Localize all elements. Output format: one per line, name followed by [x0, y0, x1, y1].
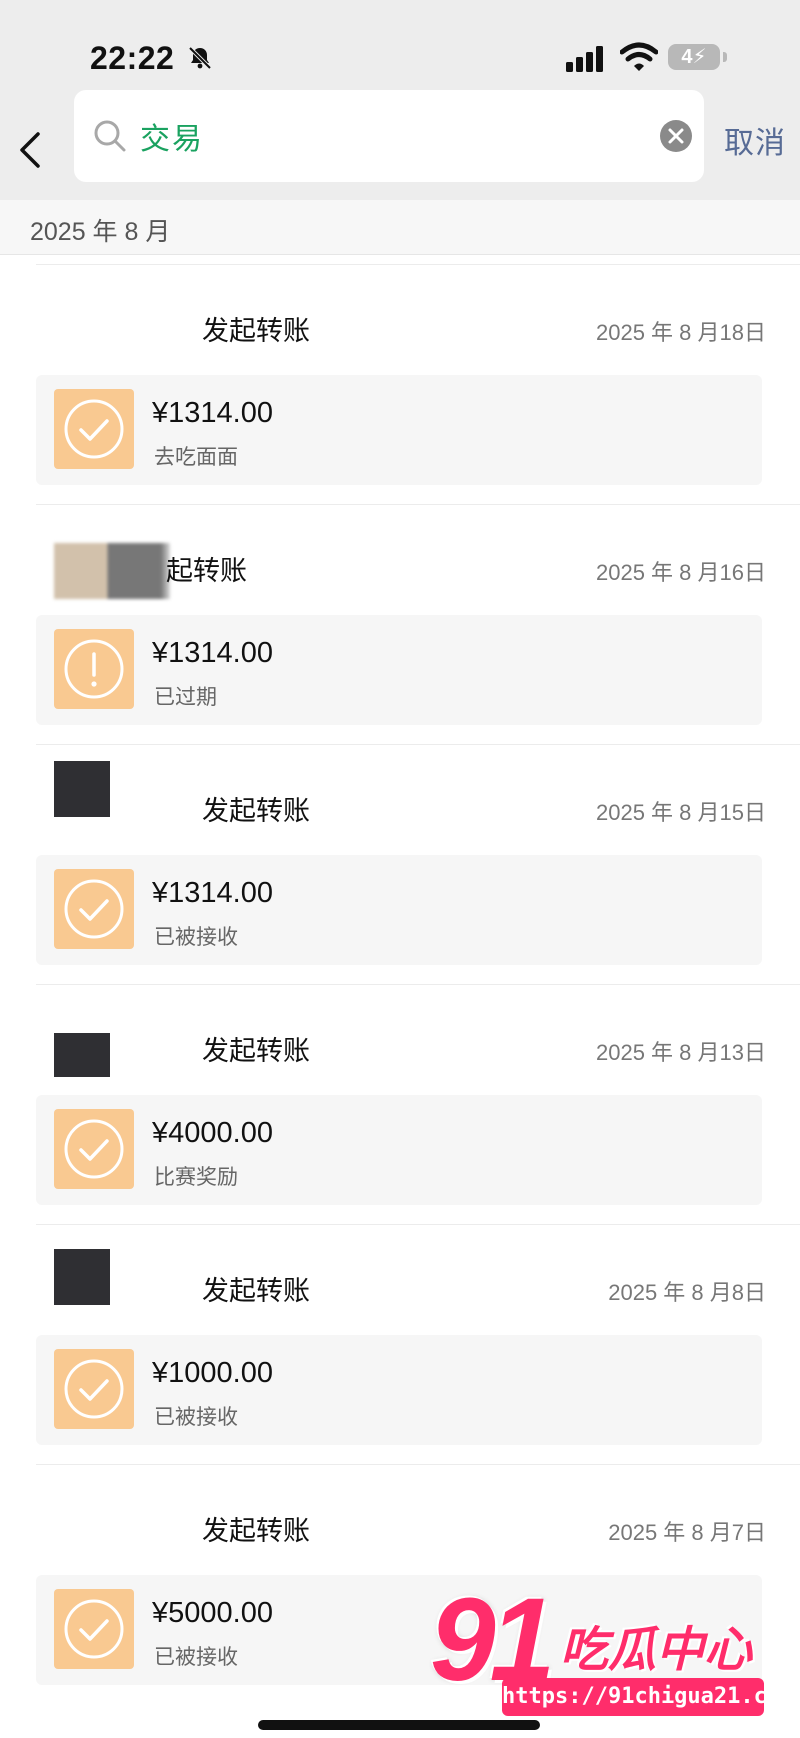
record-title: 发起转账 [202, 1516, 310, 1546]
check-circle-icon [54, 1109, 134, 1189]
transfer-amount: ¥1314.00 [152, 397, 273, 429]
search-query[interactable]: 交易 [140, 114, 204, 158]
transfer-note: 去吃面面 [154, 446, 238, 469]
status-time: 22:22 [90, 40, 175, 76]
transfer-note: 已过期 [154, 686, 217, 709]
record-title: 发起转账 [202, 796, 310, 826]
check-circle-icon [54, 1349, 134, 1429]
battery-indicator: 4⚡ [668, 44, 720, 70]
transfer-record[interactable]: 发起转账 2025 年 8 月15日 ¥1314.00 已被接收 [36, 744, 800, 985]
record-date: 2025 年 8 月15日 [596, 800, 766, 825]
search-icon [94, 120, 126, 152]
search-input[interactable]: 交易 [74, 90, 704, 182]
record-date: 2025 年 8 月18日 [596, 320, 766, 345]
transfer-card[interactable]: ¥1000.00 已被接收 [36, 1335, 762, 1445]
avatar [54, 1505, 110, 1561]
transfer-record[interactable]: 发起转账 2025 年 8 月18日 ¥1314.00 去吃面面 [36, 264, 800, 505]
transfer-record[interactable]: 发起转账 2025 年 8 月8日 ¥1000.00 已被接收 [36, 1224, 800, 1465]
avatar [54, 761, 110, 817]
cancel-button[interactable]: 取消 [724, 118, 786, 162]
month-label: 2025 年 8 月 [30, 218, 171, 246]
transfer-card[interactable]: ¥4000.00 比赛奖励 [36, 1095, 762, 1205]
top-header: 22:22 4⚡ 交易 取消 [0, 0, 800, 200]
watermark-name: 吃瓜中心 [560, 1624, 753, 1677]
avatar [54, 543, 170, 599]
transfer-record[interactable]: 起转账 2025 年 8 月16日 ¥1314.00 已过期 [36, 504, 800, 745]
transfer-note: 已被接收 [154, 926, 238, 949]
back-button[interactable] [14, 126, 46, 174]
transfer-note: 已被接收 [154, 1646, 238, 1669]
record-date: 2025 年 8 月7日 [608, 1520, 766, 1545]
transfer-note: 已被接收 [154, 1406, 238, 1429]
month-section-header: 2025 年 8 月 [0, 200, 800, 255]
transfer-amount: ¥1314.00 [152, 637, 273, 669]
avatar [54, 1033, 110, 1077]
check-circle-icon [54, 1589, 134, 1669]
check-circle-icon [54, 869, 134, 949]
record-title: 发起转账 [202, 316, 310, 346]
transfer-amount: ¥1314.00 [152, 877, 273, 909]
record-date: 2025 年 8 月13日 [596, 1040, 766, 1065]
wifi-icon [620, 42, 658, 71]
record-title: 发起转账 [202, 1036, 310, 1066]
battery-level: 4 [681, 46, 693, 68]
record-title: 发起转账 [202, 1276, 310, 1306]
transfer-amount: ¥4000.00 [152, 1117, 273, 1149]
battery-cap [723, 52, 727, 62]
watermark-url: https://91chigua21.com [502, 1678, 793, 1716]
record-date: 2025 年 8 月8日 [608, 1280, 766, 1305]
clear-search-icon[interactable] [660, 120, 692, 152]
transfer-record[interactable]: 发起转账 2025 年 8 月13日 ¥4000.00 比赛奖励 [36, 984, 800, 1225]
bell-muted-icon [188, 46, 212, 70]
transfer-card[interactable]: ¥1314.00 已被接收 [36, 855, 762, 965]
cellular-signal-icon [566, 46, 603, 72]
exclamation-circle-icon [54, 629, 134, 709]
watermark-logo: 91 吃瓜中心 https://91chigua21.com [430, 1574, 793, 1724]
transfer-card[interactable]: ¥1314.00 已过期 [36, 615, 762, 725]
home-indicator[interactable] [258, 1720, 540, 1730]
avatar [54, 1249, 110, 1305]
transfer-card[interactable]: ¥1314.00 去吃面面 [36, 375, 762, 485]
charging-bolt-icon: ⚡ [692, 46, 707, 68]
check-circle-icon [54, 389, 134, 469]
record-date: 2025 年 8 月16日 [596, 560, 766, 585]
avatar [54, 305, 110, 361]
transfer-note: 比赛奖励 [154, 1166, 238, 1189]
record-title: 起转账 [166, 556, 247, 586]
transfer-amount: ¥1000.00 [152, 1357, 273, 1389]
transfer-amount: ¥5000.00 [152, 1597, 273, 1629]
